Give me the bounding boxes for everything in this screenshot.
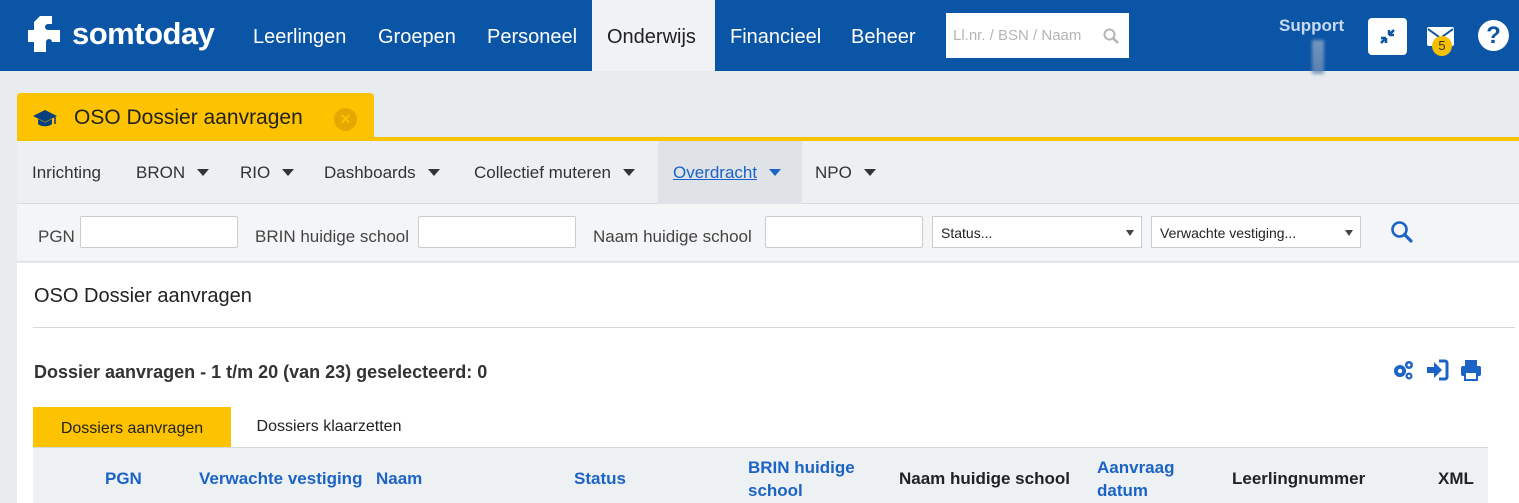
support-user-redacted (1312, 40, 1324, 74)
pgn-input[interactable] (80, 216, 238, 248)
column-status[interactable]: Status (574, 467, 626, 490)
subnav-label: Dashboards (324, 163, 416, 182)
help-button[interactable]: ? (1478, 20, 1509, 51)
sign-in-icon[interactable] (1425, 358, 1449, 382)
list-title: Dossier aanvragen - 1 t/m 20 (van 23) ge… (34, 362, 488, 382)
caret-down-icon (769, 169, 782, 176)
naam-school-input[interactable] (765, 216, 923, 248)
status-select-value: Status... (941, 225, 993, 241)
nav-financieel[interactable]: Financieel (715, 0, 836, 71)
column-verwachte-vestiging[interactable]: Verwachte vestiging (199, 467, 362, 490)
tab-dossiers-klaarzetten[interactable]: Dossiers klaarzetten (231, 407, 427, 447)
naam-school-label: Naam huidige school (593, 227, 752, 246)
brin-label: BRIN huidige school (255, 227, 410, 246)
column-leerlingnummer: Leerlingnummer (1232, 469, 1366, 488)
nav-beheer[interactable]: Beheer (836, 0, 931, 71)
subnav-dashboards[interactable]: Dashboards (309, 141, 455, 204)
print-icon[interactable] (1459, 358, 1483, 382)
collapse-arrows-icon (1380, 29, 1395, 44)
status-select[interactable]: Status... (932, 216, 1142, 248)
brin-input[interactable] (418, 216, 576, 248)
table-header: PGN Verwachte vestiging Naam Status BRIN… (33, 447, 1488, 503)
nav-groepen[interactable]: Groepen (363, 0, 471, 71)
page-title: OSO Dossier aanvragen (34, 285, 252, 307)
subnav-label: RIO (240, 163, 271, 182)
student-search-input[interactable] (946, 13, 1096, 58)
column-naam-huidige-school: Naam huidige school (899, 469, 1070, 488)
brand-logo[interactable]: somtoday (26, 14, 215, 54)
select-arrow-icon (1345, 230, 1353, 236)
search-icon[interactable] (1103, 28, 1119, 44)
unread-messages-badge: 5 (1432, 36, 1452, 56)
subnav-collectief-muteren[interactable]: Collectief muteren (459, 141, 650, 204)
column-xml: XML (1438, 469, 1474, 488)
subnav-inrichting[interactable]: Inrichting (17, 141, 116, 204)
subnav-label: Collectief muteren (474, 163, 612, 182)
settings-gears-icon[interactable] (1391, 358, 1415, 382)
caret-down-icon (427, 169, 440, 176)
nav-personeel[interactable]: Personeel (472, 0, 592, 71)
column-naam[interactable]: Naam (376, 467, 422, 490)
subnav-label: BRON (136, 163, 186, 182)
search-icon[interactable] (1390, 220, 1414, 244)
nav-leerlingen[interactable]: Leerlingen (238, 0, 361, 71)
module-tab-title: OSO Dossier aanvragen (74, 106, 303, 129)
brand-name: somtoday (72, 16, 215, 51)
divider (33, 327, 1515, 328)
filter-bar: PGN BRIN huidige school Naam huidige sch… (17, 204, 1519, 262)
graduation-cap-icon (33, 110, 57, 127)
support-label: Support (1279, 16, 1345, 35)
caret-down-icon (282, 169, 295, 176)
main-content: OSO Dossier aanvragen Dossier aanvragen … (17, 263, 1519, 503)
subnav-bron[interactable]: BRON (121, 141, 224, 204)
vestiging-select-value: Verwachte vestiging... (1160, 225, 1297, 241)
caret-down-icon (623, 169, 636, 176)
collapse-button[interactable] (1368, 18, 1407, 55)
subnav-label: Inrichting (32, 163, 101, 182)
tab-dossiers-aanvragen[interactable]: Dossiers aanvragen (33, 407, 231, 447)
column-brin-huidige-school[interactable]: BRIN huidige school (748, 456, 873, 502)
subnav-rio[interactable]: RIO (225, 141, 309, 204)
caret-down-icon (197, 169, 210, 176)
module-tab[interactable]: OSO Dossier aanvragen × (17, 93, 374, 140)
subnav-npo[interactable]: NPO (800, 141, 891, 204)
subnav-label: Overdracht (673, 163, 758, 182)
vestiging-select[interactable]: Verwachte vestiging... (1151, 216, 1361, 248)
select-arrow-icon (1126, 230, 1134, 236)
top-navigation-bar: somtoday Leerlingen Groepen Personeel On… (0, 0, 1519, 74)
caret-down-icon (863, 169, 876, 176)
somtoday-logo-icon (28, 16, 60, 52)
close-tab-icon[interactable]: × (334, 108, 357, 131)
column-aanvraag-datum[interactable]: Aanvraag datum (1097, 456, 1197, 502)
pgn-label: PGN (38, 227, 75, 246)
nav-onderwijs[interactable]: Onderwijs (592, 0, 715, 71)
subnav-label: NPO (815, 163, 852, 182)
column-pgn[interactable]: PGN (105, 467, 142, 490)
sub-navigation: Inrichting BRON RIO Dashboards Collectie… (17, 141, 1519, 204)
student-search-box (946, 13, 1129, 58)
subnav-overdracht[interactable]: Overdracht (658, 141, 802, 204)
